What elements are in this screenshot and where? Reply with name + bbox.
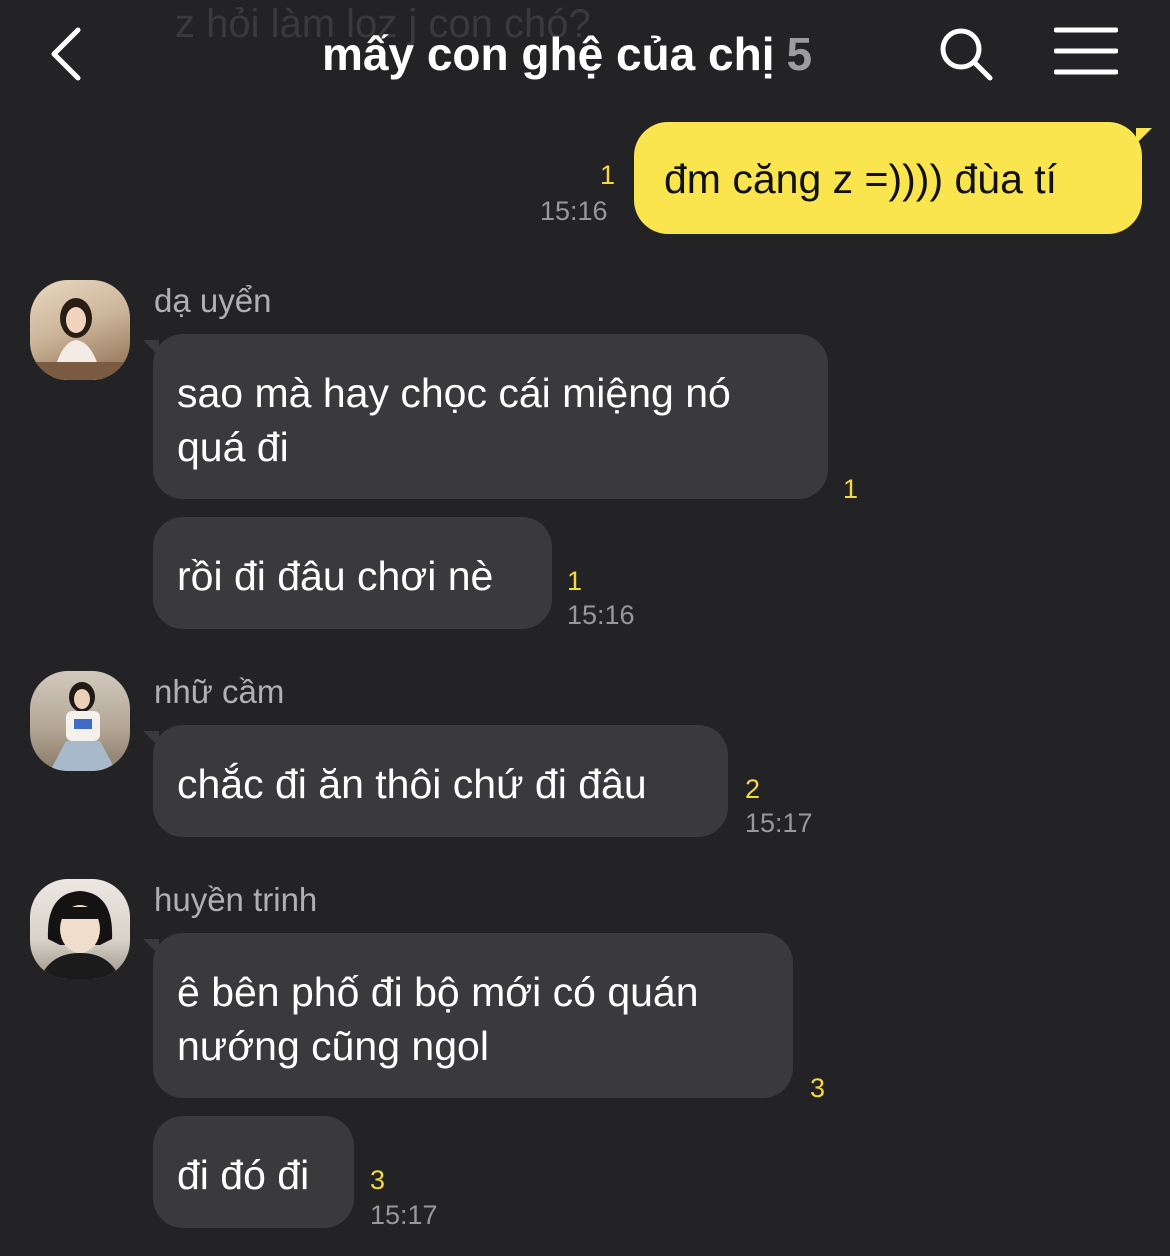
message-time: 15:17 <box>745 808 813 838</box>
message-text-line: ê bên phố đi bộ mới có quán <box>177 969 699 1015</box>
chat-title-text: mấy con ghệ của chị <box>322 28 775 80</box>
message-time: 15:16 <box>567 600 635 630</box>
unread-count: 1 <box>567 566 583 596</box>
chevron-left-icon <box>51 27 81 81</box>
message-text: chắc đi ăn thôi chứ đi đâu <box>177 761 647 807</box>
unread-count: 3 <box>370 1165 386 1195</box>
incoming-message-bubble[interactable]: đi đó đi <box>153 1116 354 1228</box>
unread-count: 1 <box>600 160 616 190</box>
sender-name: huyền trinh <box>154 881 318 918</box>
message-text-line: nướng cũng ngol <box>177 1023 489 1069</box>
menu-button[interactable] <box>1053 26 1119 78</box>
incoming-message-bubble[interactable]: ê bên phố đi bộ mới có quán nướng cũng n… <box>143 933 793 1098</box>
message-text-line: quá đi <box>177 424 289 470</box>
search-button[interactable] <box>936 24 996 84</box>
sender-name: dạ uyển <box>154 282 272 319</box>
profile-photo <box>30 298 130 380</box>
unread-count: 3 <box>810 1073 826 1103</box>
incoming-message-bubble[interactable]: sao mà hay chọc cái miệng nó quá đi <box>143 334 828 499</box>
avatar[interactable] <box>30 671 130 771</box>
incoming-message-bubble[interactable]: rồi đi đâu chơi nè <box>153 517 552 629</box>
unread-count: 2 <box>745 774 761 804</box>
avatar[interactable] <box>30 280 130 380</box>
chat-title: mấy con ghệ của chị 5 <box>322 28 812 80</box>
outgoing-message-bubble[interactable]: đm căng z =)))) đùa tí <box>634 122 1152 234</box>
message-text: rồi đi đâu chơi nè <box>177 553 494 599</box>
message-text-line: sao mà hay chọc cái miệng nó <box>177 370 731 416</box>
profile-photo <box>50 682 116 771</box>
search-icon <box>940 28 993 81</box>
back-button[interactable] <box>44 24 94 84</box>
sender-name: nhữ cầm <box>154 673 285 710</box>
incoming-message-bubble[interactable]: chắc đi ăn thôi chứ đi đâu <box>143 725 728 837</box>
avatar[interactable] <box>30 879 130 979</box>
chat-header: mấy con ghệ của chị 5 <box>0 0 1170 110</box>
hamburger-menu-icon <box>1053 27 1119 75</box>
message-time: 15:17 <box>370 1200 438 1230</box>
message-text: đm căng z =)))) đùa tí <box>664 156 1058 202</box>
message-time: 15:16 <box>540 196 608 226</box>
message-text: đi đó đi <box>177 1152 310 1198</box>
unread-count: 1 <box>843 474 859 504</box>
profile-photo <box>40 891 120 979</box>
member-count: 5 <box>786 28 813 80</box>
